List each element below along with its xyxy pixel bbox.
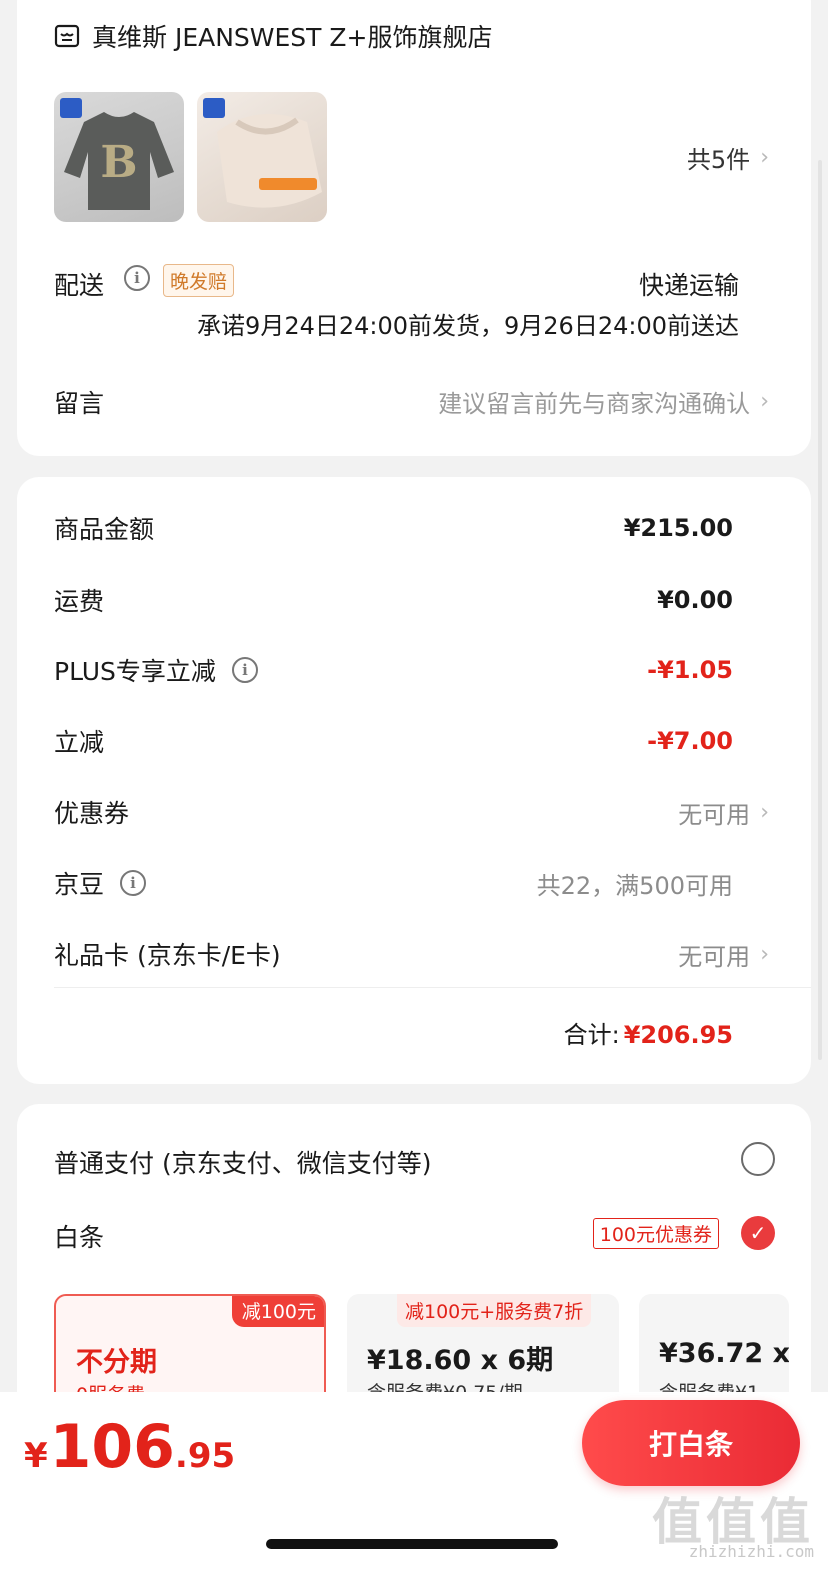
item-count-link[interactable]: 共5件 ›	[687, 140, 769, 175]
giftcard-row[interactable]: 礼品卡 (京东卡/E卡) 无可用 ›	[54, 934, 769, 974]
watermark-url: zhizhizhi.com	[688, 1542, 814, 1561]
plan-title: 不分期	[76, 1347, 157, 1378]
shipping-promise: 承诺9月24日24:00前发货，9月26日24:00前送达	[197, 312, 739, 340]
message-input[interactable]: 建议留言前先与商家沟通确认 ›	[438, 384, 769, 419]
amount-integer: 106	[49, 1412, 175, 1482]
chevron-right-icon: ›	[760, 941, 769, 967]
store-header[interactable]: 真维斯 JEANSWEST Z+服饰旗舰店	[54, 18, 492, 54]
freight-value: ¥0.00	[657, 586, 733, 614]
home-indicator[interactable]	[266, 1539, 558, 1549]
plus-discount-value: -¥1.05	[647, 656, 733, 684]
chevron-right-icon: ›	[760, 389, 769, 414]
shipping-label: 配送	[54, 271, 105, 300]
instant-discount-row: 立减 -¥7.00	[54, 721, 733, 761]
baitiao-coupon-tag: 100元优惠券	[592, 1218, 719, 1249]
giftcard-value: 无可用	[678, 942, 751, 971]
chevron-right-icon: ›	[760, 799, 769, 825]
message-hint: 建议留言前先与商家沟通确认	[438, 390, 751, 418]
coupon-label: 优惠券	[54, 799, 130, 828]
baitiao-radio-checked[interactable]: ✓	[741, 1216, 775, 1250]
plan-badge: 减100元+服务费7折	[397, 1294, 592, 1327]
amount-decimal: .95	[174, 1436, 236, 1476]
late-compensation-tag: 晚发赔	[163, 264, 235, 297]
divider	[54, 987, 811, 988]
baitiao-pay-button[interactable]: 打白条	[582, 1400, 800, 1486]
svg-text:B: B	[100, 137, 137, 188]
checkout-bar: ¥ 106 .95 打白条 值值值 zhizhizhi.com	[0, 1392, 828, 1581]
baitiao-label[interactable]: 白条	[54, 1218, 104, 1254]
jd-bean-row[interactable]: 京豆 i 共22，满500可用	[54, 863, 733, 903]
chevron-right-icon: ›	[760, 145, 769, 170]
info-icon[interactable]: i	[120, 870, 147, 896]
coupon-value: 无可用	[678, 800, 751, 829]
freight-row: 运费 ¥0.00	[54, 580, 733, 620]
plan-title: ¥36.72 x	[659, 1338, 789, 1369]
goods-amount-label: 商品金额	[54, 515, 155, 544]
plus-discount-label: PLUS专享立减	[54, 657, 216, 686]
instant-discount-label: 立减	[54, 728, 105, 757]
payable-amount: ¥ 106 .95	[24, 1412, 235, 1482]
message-label: 留言	[54, 389, 105, 418]
giftcard-label: 礼品卡 (京东卡/E卡)	[54, 941, 281, 970]
store-icon	[54, 24, 80, 48]
info-icon[interactable]: i	[231, 657, 258, 683]
total-label: 合计:	[563, 1021, 620, 1049]
total-row: 合计: ¥206.95	[564, 1015, 733, 1050]
plan-title: ¥18.60 x 6期	[367, 1345, 554, 1376]
checkmark-icon: ✓	[749, 1221, 767, 1245]
jd-bean-value: 共22，满500可用	[536, 871, 733, 900]
product-image-sweatshirt-beige[interactable]	[197, 92, 327, 222]
store-name: 真维斯 JEANSWEST Z+服饰旗舰店	[92, 23, 493, 52]
instant-discount-value: -¥7.00	[647, 727, 733, 755]
goods-amount-row: 商品金额 ¥215.00	[54, 508, 733, 548]
normal-pay-label[interactable]: 普通支付 (京东支付、微信支付等)	[54, 1144, 431, 1180]
coupon-row[interactable]: 优惠券 无可用 ›	[54, 792, 769, 832]
scrollbar[interactable]	[818, 160, 822, 1060]
brand-logo-icon	[60, 98, 82, 118]
normal-pay-radio[interactable]	[741, 1142, 775, 1176]
goods-amount-value: ¥215.00	[623, 514, 733, 542]
price-summary-card: 商品金额 ¥215.00 运费 ¥0.00 PLUS专享立减 i -¥1.05 …	[17, 477, 811, 1084]
shipping-method[interactable]: 快递运输	[639, 266, 739, 302]
brand-logo-icon	[203, 98, 225, 118]
jd-bean-label: 京豆	[54, 870, 105, 899]
item-count-label: 共5件	[686, 146, 751, 174]
currency-symbol: ¥	[24, 1436, 48, 1476]
product-image-sweatshirt-dark[interactable]: B	[54, 92, 184, 222]
total-value: ¥206.95	[623, 1021, 733, 1049]
plan-badge: 减100元	[231, 1296, 324, 1327]
store-card: 真维斯 JEANSWEST Z+服饰旗舰店 B 共5件 › 配送 i 晚发赔 快…	[17, 0, 811, 456]
plus-discount-row: PLUS专享立减 i -¥1.05	[54, 650, 733, 690]
freight-label: 运费	[54, 587, 105, 616]
payment-method-card: 普通支付 (京东支付、微信支付等) 白条 100元优惠券 ✓ 减100元 不分期…	[17, 1104, 811, 1424]
info-icon[interactable]: i	[124, 265, 150, 291]
